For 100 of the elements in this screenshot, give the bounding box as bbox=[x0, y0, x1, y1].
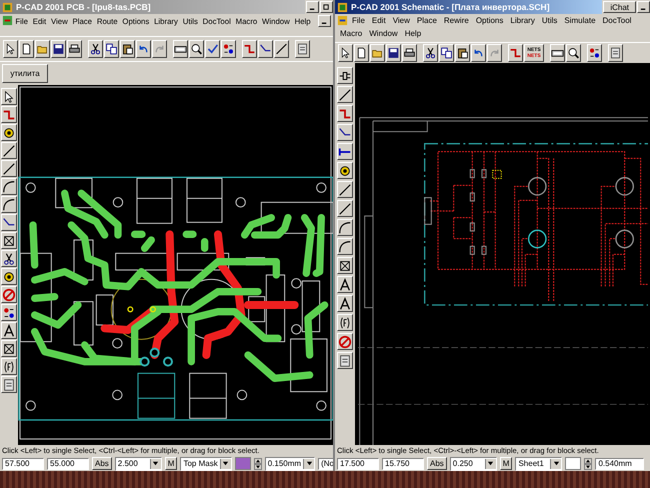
bus-icon[interactable] bbox=[337, 143, 353, 160]
toggle-button[interactable]: M bbox=[164, 457, 178, 470]
component-icon[interactable] bbox=[1, 232, 17, 249]
restore-button[interactable] bbox=[320, 1, 333, 13]
menu-item[interactable]: Window bbox=[366, 27, 401, 40]
minimize-button[interactable] bbox=[318, 15, 331, 27]
new-document-icon[interactable] bbox=[354, 44, 369, 62]
utility-button[interactable]: утилита bbox=[2, 64, 48, 83]
dropdown-field[interactable]: Sheet1 bbox=[515, 456, 562, 470]
dropdown-field[interactable]: 0.150mm bbox=[264, 456, 316, 470]
line-icon[interactable] bbox=[1, 160, 17, 177]
arc-icon[interactable] bbox=[1, 196, 17, 213]
zoom-icon[interactable] bbox=[566, 44, 581, 62]
route-icon[interactable] bbox=[242, 40, 257, 58]
layer-color-swatch[interactable] bbox=[234, 457, 251, 470]
menu-item[interactable]: Options bbox=[472, 14, 506, 27]
menu-item[interactable]: File bbox=[349, 14, 368, 27]
minimize-button[interactable] bbox=[306, 1, 319, 13]
line-icon[interactable] bbox=[337, 86, 353, 103]
menu-item[interactable]: Macro bbox=[337, 27, 366, 40]
menu-item[interactable]: Simulate bbox=[561, 14, 599, 27]
text-tool-icon[interactable] bbox=[1, 322, 17, 339]
tool-icon[interactable] bbox=[295, 40, 310, 58]
route-icon[interactable] bbox=[337, 124, 353, 141]
pointer-icon[interactable] bbox=[338, 44, 353, 62]
paste-icon[interactable] bbox=[120, 40, 135, 58]
stop-icon[interactable] bbox=[1, 286, 17, 303]
component-icon[interactable] bbox=[337, 257, 353, 274]
display-icon[interactable] bbox=[550, 44, 565, 62]
save-icon[interactable] bbox=[51, 40, 66, 58]
schematic-canvas[interactable] bbox=[355, 63, 650, 445]
tool-icon[interactable] bbox=[608, 44, 623, 62]
tool-icon[interactable] bbox=[337, 352, 353, 369]
dropdown-field[interactable]: 2.500 bbox=[114, 456, 162, 470]
coordinate-field[interactable]: 15.750 bbox=[382, 458, 424, 470]
zoom-icon[interactable] bbox=[189, 40, 204, 58]
route-icon[interactable] bbox=[258, 40, 273, 58]
coordinate-field[interactable]: 17.500 bbox=[337, 458, 379, 470]
text-tool-icon[interactable] bbox=[337, 276, 353, 293]
arc-icon[interactable] bbox=[1, 178, 17, 195]
open-folder-icon[interactable] bbox=[370, 44, 385, 62]
line-icon[interactable] bbox=[337, 200, 353, 217]
arc-icon[interactable] bbox=[337, 219, 353, 236]
arc-icon[interactable] bbox=[337, 238, 353, 255]
toggle-button[interactable]: M bbox=[500, 457, 512, 470]
menu-item[interactable]: View bbox=[390, 14, 413, 27]
coordinate-field[interactable]: 55.000 bbox=[47, 458, 89, 470]
dropdown-field[interactable]: Top Mask bbox=[180, 456, 232, 470]
printer-icon[interactable] bbox=[402, 44, 417, 62]
chat-button[interactable]: iChat bbox=[603, 1, 636, 13]
pad-icon[interactable] bbox=[1, 124, 17, 141]
stop-icon[interactable] bbox=[337, 333, 353, 350]
line-icon[interactable] bbox=[1, 142, 17, 159]
minimize-button[interactable] bbox=[637, 1, 650, 13]
bracket-icon[interactable] bbox=[337, 314, 353, 331]
connector-icon[interactable] bbox=[337, 67, 353, 84]
bracket-icon[interactable] bbox=[1, 358, 17, 375]
wire-icon[interactable] bbox=[508, 44, 523, 62]
pad-icon[interactable] bbox=[337, 162, 353, 179]
pointer-icon[interactable] bbox=[3, 40, 18, 58]
toggle-button[interactable]: Abs bbox=[427, 457, 447, 470]
spinner-control[interactable] bbox=[584, 458, 592, 470]
undo-icon[interactable] bbox=[471, 44, 486, 62]
tool-icon[interactable] bbox=[1, 376, 17, 393]
dropdown-field[interactable]: 0.250 bbox=[450, 456, 497, 470]
display-icon[interactable] bbox=[173, 40, 188, 58]
swap-icon[interactable] bbox=[221, 40, 236, 58]
menu-item[interactable]: Help bbox=[402, 27, 424, 40]
layer-color-swatch[interactable] bbox=[565, 457, 582, 470]
line-icon[interactable] bbox=[337, 181, 353, 198]
route-icon[interactable] bbox=[1, 106, 17, 123]
swap-icon[interactable] bbox=[1, 304, 17, 321]
swap-icon[interactable] bbox=[587, 44, 602, 62]
pad-icon[interactable] bbox=[1, 268, 17, 285]
scissors-icon[interactable] bbox=[1, 250, 17, 267]
menu-item[interactable]: Utils bbox=[538, 14, 560, 27]
menu-item[interactable]: DocTool bbox=[600, 14, 634, 27]
route-icon[interactable] bbox=[1, 214, 17, 231]
coordinate-field[interactable]: 57.500 bbox=[2, 458, 44, 470]
menu-item[interactable]: Edit bbox=[368, 14, 389, 27]
check-icon[interactable] bbox=[205, 40, 220, 58]
printer-icon[interactable] bbox=[67, 40, 82, 58]
pointer-icon[interactable] bbox=[1, 88, 17, 105]
menu-item[interactable]: Rewire bbox=[440, 14, 472, 27]
redo-icon[interactable] bbox=[487, 44, 502, 62]
new-document-icon[interactable] bbox=[19, 40, 34, 58]
copy-icon[interactable] bbox=[439, 44, 454, 62]
scissors-icon[interactable] bbox=[88, 40, 103, 58]
save-icon[interactable] bbox=[386, 44, 401, 62]
menu-item[interactable]: Place bbox=[414, 14, 440, 27]
coordinate-field[interactable]: 0.540mm bbox=[595, 458, 644, 470]
route-icon[interactable] bbox=[337, 105, 353, 122]
scissors-icon[interactable] bbox=[423, 44, 438, 62]
toggle-button[interactable]: Abs bbox=[92, 457, 112, 470]
undo-icon[interactable] bbox=[136, 40, 151, 58]
copy-icon[interactable] bbox=[104, 40, 119, 58]
redo-icon[interactable] bbox=[152, 40, 167, 58]
paste-icon[interactable] bbox=[455, 44, 470, 62]
menu-item[interactable]: Library bbox=[507, 14, 538, 27]
text-tool-icon[interactable] bbox=[337, 295, 353, 312]
